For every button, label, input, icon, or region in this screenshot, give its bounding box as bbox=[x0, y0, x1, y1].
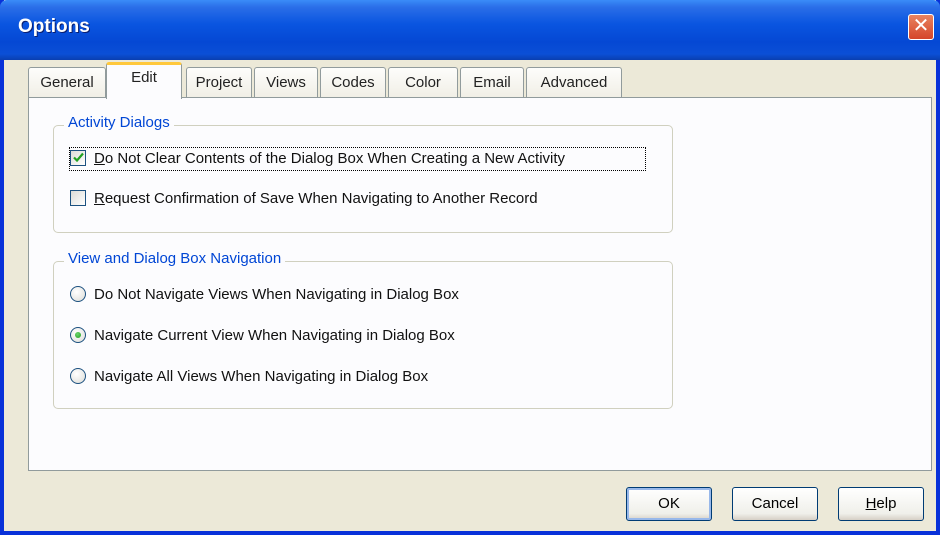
group-title: View and Dialog Box Navigation bbox=[64, 250, 286, 267]
ok-button[interactable]: OK bbox=[626, 487, 712, 521]
tab-codes[interactable]: Codes bbox=[320, 67, 386, 97]
radio-button[interactable] bbox=[70, 327, 86, 343]
window-title: Options bbox=[18, 16, 90, 37]
button-label: Help bbox=[865, 495, 897, 512]
do-not-clear-contents-checkbox[interactable]: Do Not Clear Contents of the Dialog Box … bbox=[69, 147, 646, 171]
checkbox-box[interactable] bbox=[70, 150, 86, 166]
tab-label: Advanced bbox=[540, 74, 608, 91]
checkbox-box[interactable] bbox=[70, 190, 86, 206]
radio-navigate-current-view[interactable]: Navigate Current View When Navigating in… bbox=[70, 325, 550, 347]
group-title: Activity Dialogs bbox=[64, 114, 174, 131]
radio-label: Do Not Navigate Views When Navigating in… bbox=[94, 286, 459, 303]
radio-label: Navigate All Views When Navigating in Di… bbox=[94, 368, 429, 385]
tab-email[interactable]: Email bbox=[460, 67, 524, 97]
tab-label: Project bbox=[195, 74, 243, 91]
radio-button[interactable] bbox=[70, 286, 86, 302]
tab-label: Email bbox=[473, 74, 511, 91]
tab-project[interactable]: Project bbox=[186, 67, 252, 97]
checkbox-label: Do Not Clear Contents of the Dialog Box … bbox=[94, 150, 566, 167]
view-dialog-navigation-group: View and Dialog Box Navigation Do Not Na… bbox=[53, 250, 673, 409]
radio-selected-dot bbox=[75, 332, 81, 338]
radio-do-not-navigate[interactable]: Do Not Navigate Views When Navigating in… bbox=[70, 284, 550, 306]
options-dialog: Options ✕ General Edit Project Views Cod… bbox=[0, 0, 940, 535]
tab-views[interactable]: Views bbox=[254, 67, 318, 97]
tab-label: Views bbox=[266, 74, 306, 91]
close-button[interactable]: ✕ bbox=[908, 14, 934, 40]
tab-advanced[interactable]: Advanced bbox=[526, 67, 622, 97]
checkbox-label: Request Confirmation of Save When Naviga… bbox=[94, 190, 538, 207]
request-confirmation-checkbox[interactable]: Request Confirmation of Save When Naviga… bbox=[70, 188, 630, 210]
tab-label: General bbox=[40, 74, 94, 91]
edit-tab-panel: Activity Dialogs Do Not Clear Contents o… bbox=[28, 97, 932, 471]
activity-dialogs-group: Activity Dialogs Do Not Clear Contents o… bbox=[53, 114, 673, 233]
radio-label: Navigate Current View When Navigating in… bbox=[94, 327, 455, 344]
button-label: OK bbox=[658, 495, 680, 512]
tab-label: Edit bbox=[131, 69, 157, 86]
tab-edit[interactable]: Edit bbox=[106, 62, 182, 99]
tab-color[interactable]: Color bbox=[388, 67, 458, 97]
radio-button[interactable] bbox=[70, 368, 86, 384]
close-icon: ✕ bbox=[912, 15, 930, 37]
button-label: Cancel bbox=[751, 495, 799, 512]
cancel-button[interactable]: Cancel bbox=[732, 487, 818, 521]
tab-label: Color bbox=[405, 74, 441, 91]
title-bar[interactable]: Options ✕ bbox=[0, 0, 940, 60]
tab-general[interactable]: General bbox=[28, 67, 106, 97]
radio-navigate-all-views[interactable]: Navigate All Views When Navigating in Di… bbox=[70, 366, 550, 388]
help-button[interactable]: Help bbox=[838, 487, 924, 521]
tab-label: Codes bbox=[331, 74, 375, 91]
checkmark-icon bbox=[73, 152, 84, 163]
